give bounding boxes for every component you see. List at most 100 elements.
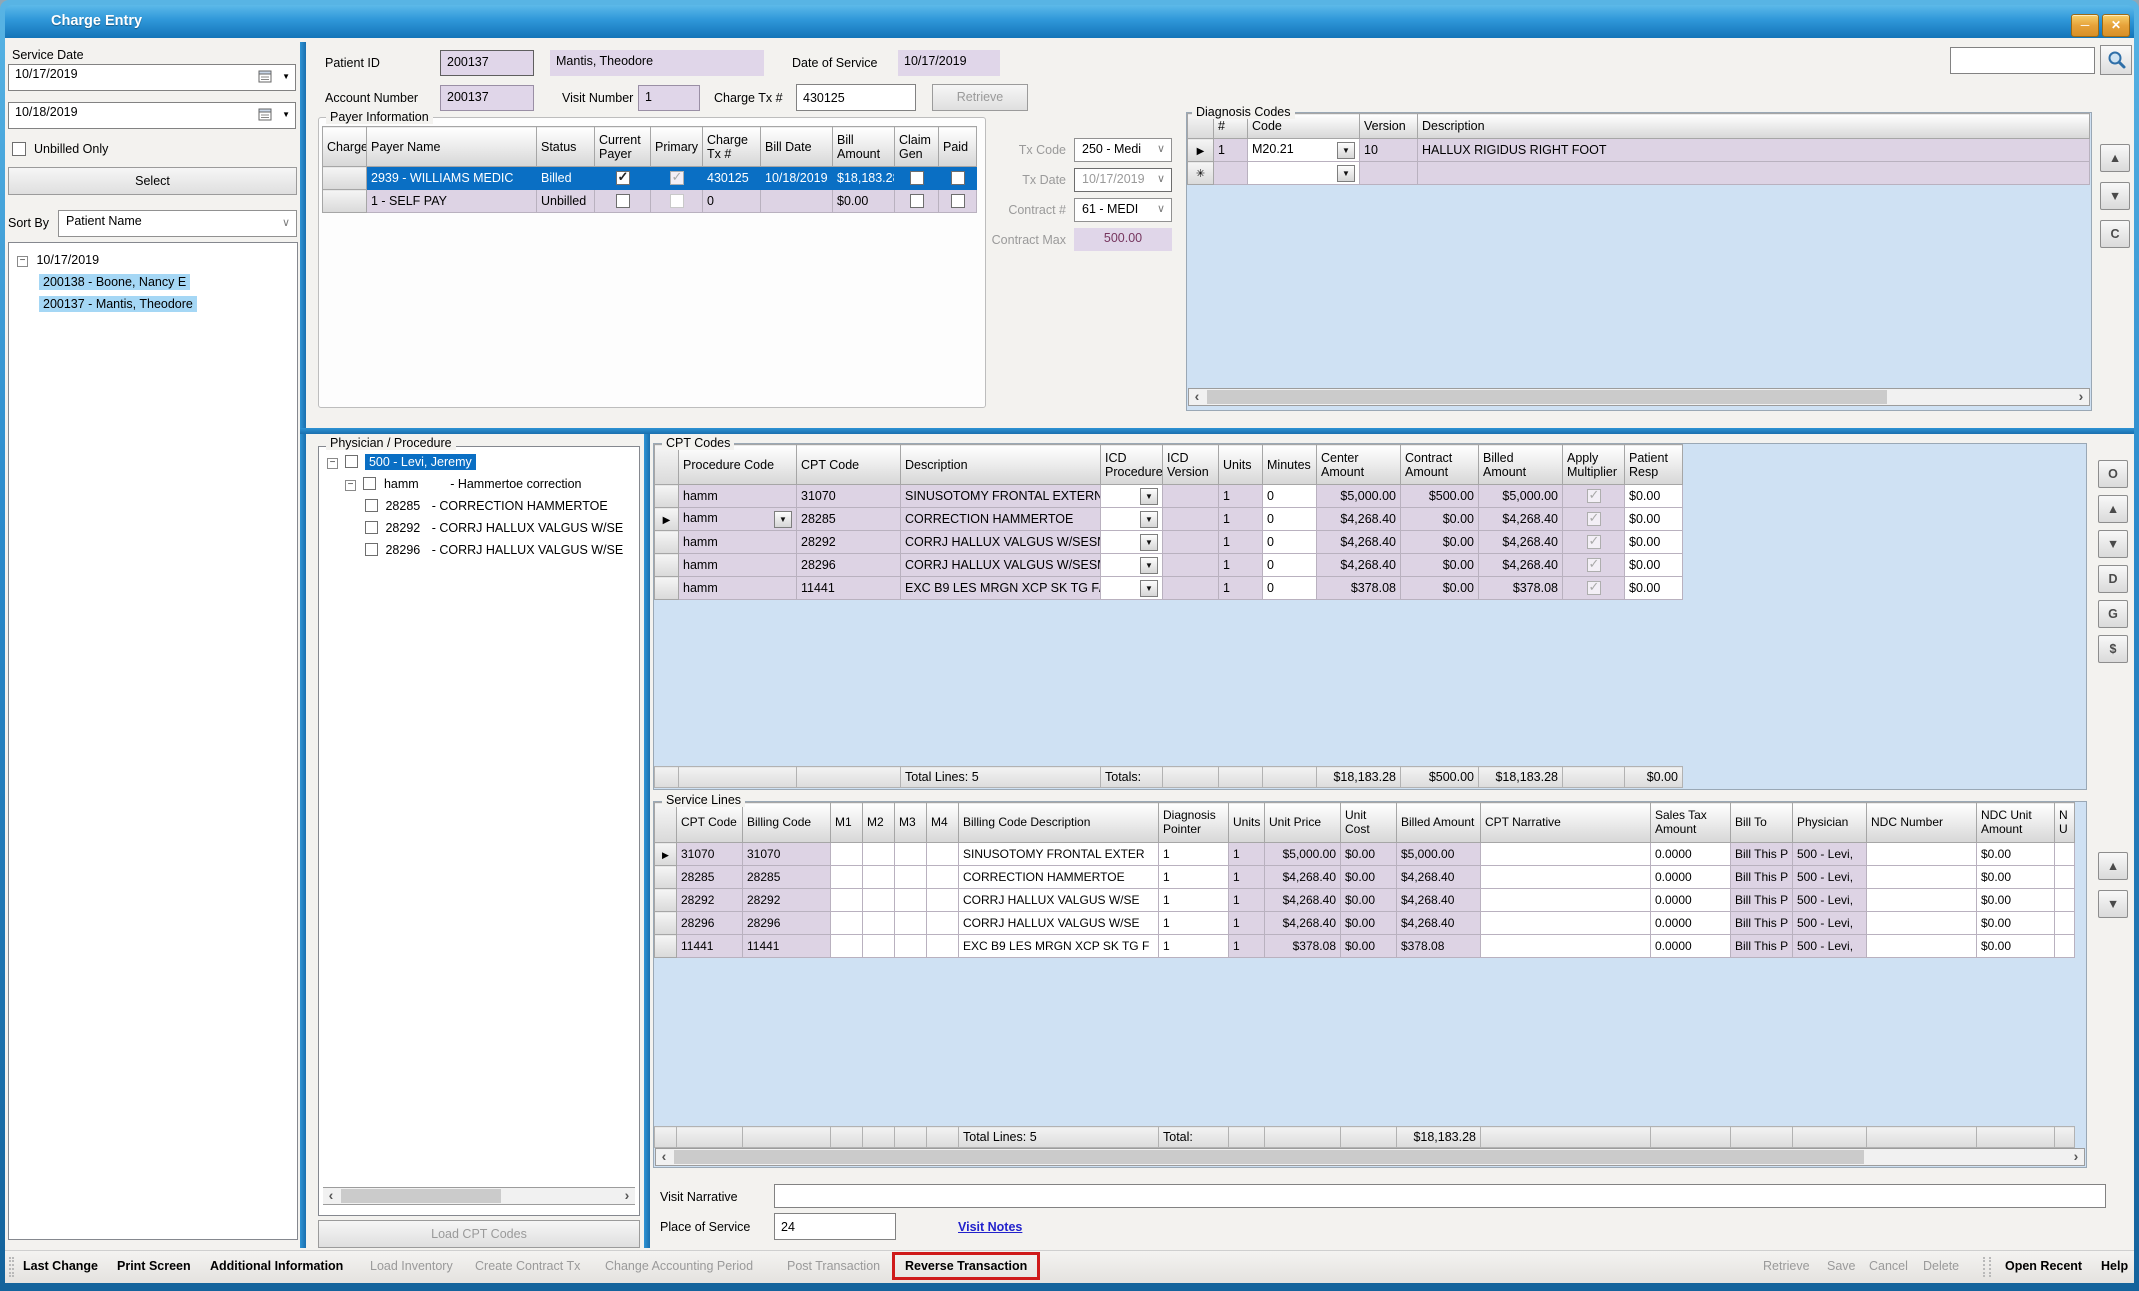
sl-ndc-amt-cell[interactable]: $0.00 bbox=[1977, 843, 2055, 866]
current-payer-checkbox[interactable] bbox=[616, 194, 630, 208]
cpt-contract-cell[interactable]: $0.00 bbox=[1401, 531, 1479, 554]
collapse-icon[interactable]: − bbox=[345, 480, 356, 491]
toolbar-load-inventory[interactable]: Load Inventory bbox=[370, 1259, 453, 1273]
toolbar-additional-information[interactable]: Additional Information bbox=[210, 1259, 343, 1273]
paid-checkbox[interactable] bbox=[951, 194, 965, 208]
cpt-resp-cell[interactable]: $0.00 bbox=[1625, 531, 1683, 554]
toolbar-last-change[interactable]: Last Change bbox=[23, 1259, 98, 1273]
diag-code-cell[interactable]: ▼ bbox=[1248, 162, 1360, 185]
tx-date-select[interactable]: 10/17/2019 ∨ bbox=[1074, 168, 1172, 192]
cpt-minutes-cell[interactable]: 0 bbox=[1263, 508, 1317, 531]
unbilled-only-checkbox[interactable] bbox=[12, 142, 26, 156]
patient-id-field[interactable]: 200137 bbox=[440, 50, 534, 76]
sl-cost-cell[interactable]: $0.00 bbox=[1341, 935, 1397, 958]
sl-narrative-cell[interactable] bbox=[1481, 935, 1651, 958]
payer-row[interactable]: 1 - SELF PAY Unbilled 0 $0.00 bbox=[323, 190, 977, 213]
title-bar[interactable]: Charge Entry ─ ✕ bbox=[5, 5, 2134, 38]
tree-node-date[interactable]: − 10/17/2019 bbox=[17, 253, 99, 267]
cpt-center-cell[interactable]: $4,268.40 bbox=[1317, 531, 1401, 554]
physician-checkbox[interactable] bbox=[345, 455, 358, 468]
toolbar-help[interactable]: Help bbox=[2101, 1259, 2128, 1273]
sl-tax-cell[interactable]: 0.0000 bbox=[1651, 889, 1731, 912]
dropdown-icon[interactable]: ▼ bbox=[1140, 580, 1158, 597]
minimize-button[interactable]: ─ bbox=[2071, 14, 2099, 37]
procedure-group-checkbox[interactable] bbox=[363, 477, 376, 490]
sl-desc-cell[interactable]: SINUSOTOMY FRONTAL EXTER bbox=[959, 843, 1159, 866]
sl-price-cell[interactable]: $4,268.40 bbox=[1265, 889, 1341, 912]
cpt-g-button[interactable]: G bbox=[2098, 600, 2128, 628]
cpt-units-cell[interactable]: 1 bbox=[1219, 554, 1263, 577]
cpt-desc-cell[interactable]: CORRECTION HAMMERTOE bbox=[901, 508, 1101, 531]
cpt-proc-cell[interactable]: hamm bbox=[679, 577, 797, 600]
dropdown-icon[interactable]: ▼ bbox=[1337, 142, 1355, 159]
toolbar-delete[interactable]: Delete bbox=[1923, 1259, 1959, 1273]
sl-billing-cell[interactable]: 28296 bbox=[743, 912, 831, 935]
sl-cpt-cell[interactable]: 31070 bbox=[677, 843, 743, 866]
toolbar-create-contract-tx[interactable]: Create Contract Tx bbox=[475, 1259, 580, 1273]
cpt-units-cell[interactable]: 1 bbox=[1219, 508, 1263, 531]
dropdown-icon[interactable]: ▼ bbox=[774, 511, 792, 528]
cpt-proc-cell[interactable]: hamm bbox=[679, 554, 797, 577]
sl-diag-cell[interactable]: 1 bbox=[1159, 935, 1229, 958]
dropdown-icon[interactable]: ▼ bbox=[1140, 511, 1158, 528]
cpt-icd-proc-cell[interactable]: ▼ bbox=[1101, 554, 1163, 577]
scroll-left-icon[interactable]: ‹ bbox=[323, 1188, 339, 1204]
current-payer-cell[interactable] bbox=[595, 190, 651, 213]
service-date-from-field[interactable]: 10/17/2019 ▼ bbox=[8, 64, 296, 91]
claim-gen-checkbox[interactable] bbox=[910, 194, 924, 208]
cpt-row[interactable]: hamm 28292 CORRJ HALLUX VALGUS W/SESM ▼ … bbox=[655, 531, 1683, 554]
service-down-button[interactable]: ▼ bbox=[2098, 890, 2128, 918]
service-line-row[interactable]: 28292 28292 CORRJ HALLUX VALGUS W/SE 1 1… bbox=[655, 889, 2075, 912]
payer-row-header[interactable] bbox=[323, 167, 367, 190]
scroll-left-icon[interactable]: ‹ bbox=[1189, 389, 1205, 405]
cpt-minutes-cell[interactable]: 0 bbox=[1263, 531, 1317, 554]
paid-checkbox[interactable] bbox=[951, 171, 965, 185]
cpt-icd-proc-cell[interactable]: ▼ bbox=[1101, 485, 1163, 508]
sl-diag-cell[interactable]: 1 bbox=[1159, 912, 1229, 935]
place-of-service-input[interactable] bbox=[774, 1213, 896, 1240]
cpt-resp-cell[interactable]: $0.00 bbox=[1625, 577, 1683, 600]
dropdown-icon[interactable]: ▼ bbox=[1140, 557, 1158, 574]
payer-row[interactable]: 2939 - WILLIAMS MEDIC Billed 430125 10/1… bbox=[323, 167, 977, 190]
sl-physician-cell[interactable]: 500 - Levi, bbox=[1793, 843, 1867, 866]
sl-ndc-amt-cell[interactable]: $0.00 bbox=[1977, 935, 2055, 958]
diag-description-cell[interactable]: HALLUX RIGIDUS RIGHT FOOT bbox=[1418, 139, 2090, 162]
sl-desc-cell[interactable]: EXC B9 LES MRGN XCP SK TG F bbox=[959, 935, 1159, 958]
paid-cell[interactable] bbox=[939, 167, 977, 190]
cpt-code-cell[interactable]: 31070 bbox=[797, 485, 901, 508]
cpt-resp-cell[interactable]: $0.00 bbox=[1625, 508, 1683, 531]
tree-node-patient[interactable]: 200138 - Boone, Nancy E bbox=[39, 275, 190, 289]
collapse-icon[interactable]: − bbox=[17, 256, 28, 267]
cpt-desc-cell[interactable]: CORRJ HALLUX VALGUS W/SESM bbox=[901, 554, 1101, 577]
payer-name-cell[interactable]: 1 - SELF PAY bbox=[367, 190, 537, 213]
cpt-code-cell[interactable]: 28285 bbox=[797, 508, 901, 531]
sl-desc-cell[interactable]: CORRECTION HAMMERTOE bbox=[959, 866, 1159, 889]
claim-gen-cell[interactable] bbox=[895, 190, 939, 213]
sl-billed-cell[interactable]: $4,268.40 bbox=[1397, 866, 1481, 889]
cpt-contract-cell[interactable]: $0.00 bbox=[1401, 508, 1479, 531]
dropdown-icon[interactable]: ▼ bbox=[1140, 534, 1158, 551]
sl-billing-cell[interactable]: 11441 bbox=[743, 935, 831, 958]
cpt-proc-cell[interactable]: ▼hamm bbox=[679, 508, 797, 531]
sl-ndc-amt-cell[interactable]: $0.00 bbox=[1977, 889, 2055, 912]
search-input[interactable] bbox=[1950, 47, 2095, 74]
diagnosis-row[interactable]: ▶ 1 ▼M20.21 10 HALLUX RIGIDUS RIGHT FOOT bbox=[1188, 139, 2090, 162]
cpt-proc-cell[interactable]: hamm bbox=[679, 485, 797, 508]
sl-tax-cell[interactable]: 0.0000 bbox=[1651, 866, 1731, 889]
tree-node-procedure[interactable]: 28292 - CORRJ HALLUX VALGUS W/SE bbox=[365, 521, 623, 535]
diag-num-cell[interactable]: 1 bbox=[1214, 139, 1248, 162]
cpt-row[interactable]: hamm 11441 EXC B9 LES MRGN XCP SK TG F/E… bbox=[655, 577, 1683, 600]
sl-cost-cell[interactable]: $0.00 bbox=[1341, 889, 1397, 912]
current-payer-cell[interactable] bbox=[595, 167, 651, 190]
sl-billed-cell[interactable]: $4,268.40 bbox=[1397, 912, 1481, 935]
sl-units-cell[interactable]: 1 bbox=[1229, 866, 1265, 889]
row-indicator[interactable]: ▶ bbox=[1188, 139, 1214, 162]
payer-status-cell[interactable]: Unbilled bbox=[537, 190, 595, 213]
tree-node-procedure-group[interactable]: − hamm - Hammertoe correction bbox=[345, 477, 581, 491]
cpt-code-cell[interactable]: 11441 bbox=[797, 577, 901, 600]
claim-gen-checkbox[interactable] bbox=[910, 171, 924, 185]
payer-bill-date-cell[interactable]: 10/18/2019 bbox=[761, 167, 833, 190]
calendar-dropdown-icon[interactable]: ▼ bbox=[282, 72, 290, 81]
cpt-row[interactable]: hamm 28296 CORRJ HALLUX VALGUS W/SESM ▼ … bbox=[655, 554, 1683, 577]
tree-node-patient[interactable]: 200137 - Mantis, Theodore bbox=[39, 297, 197, 311]
